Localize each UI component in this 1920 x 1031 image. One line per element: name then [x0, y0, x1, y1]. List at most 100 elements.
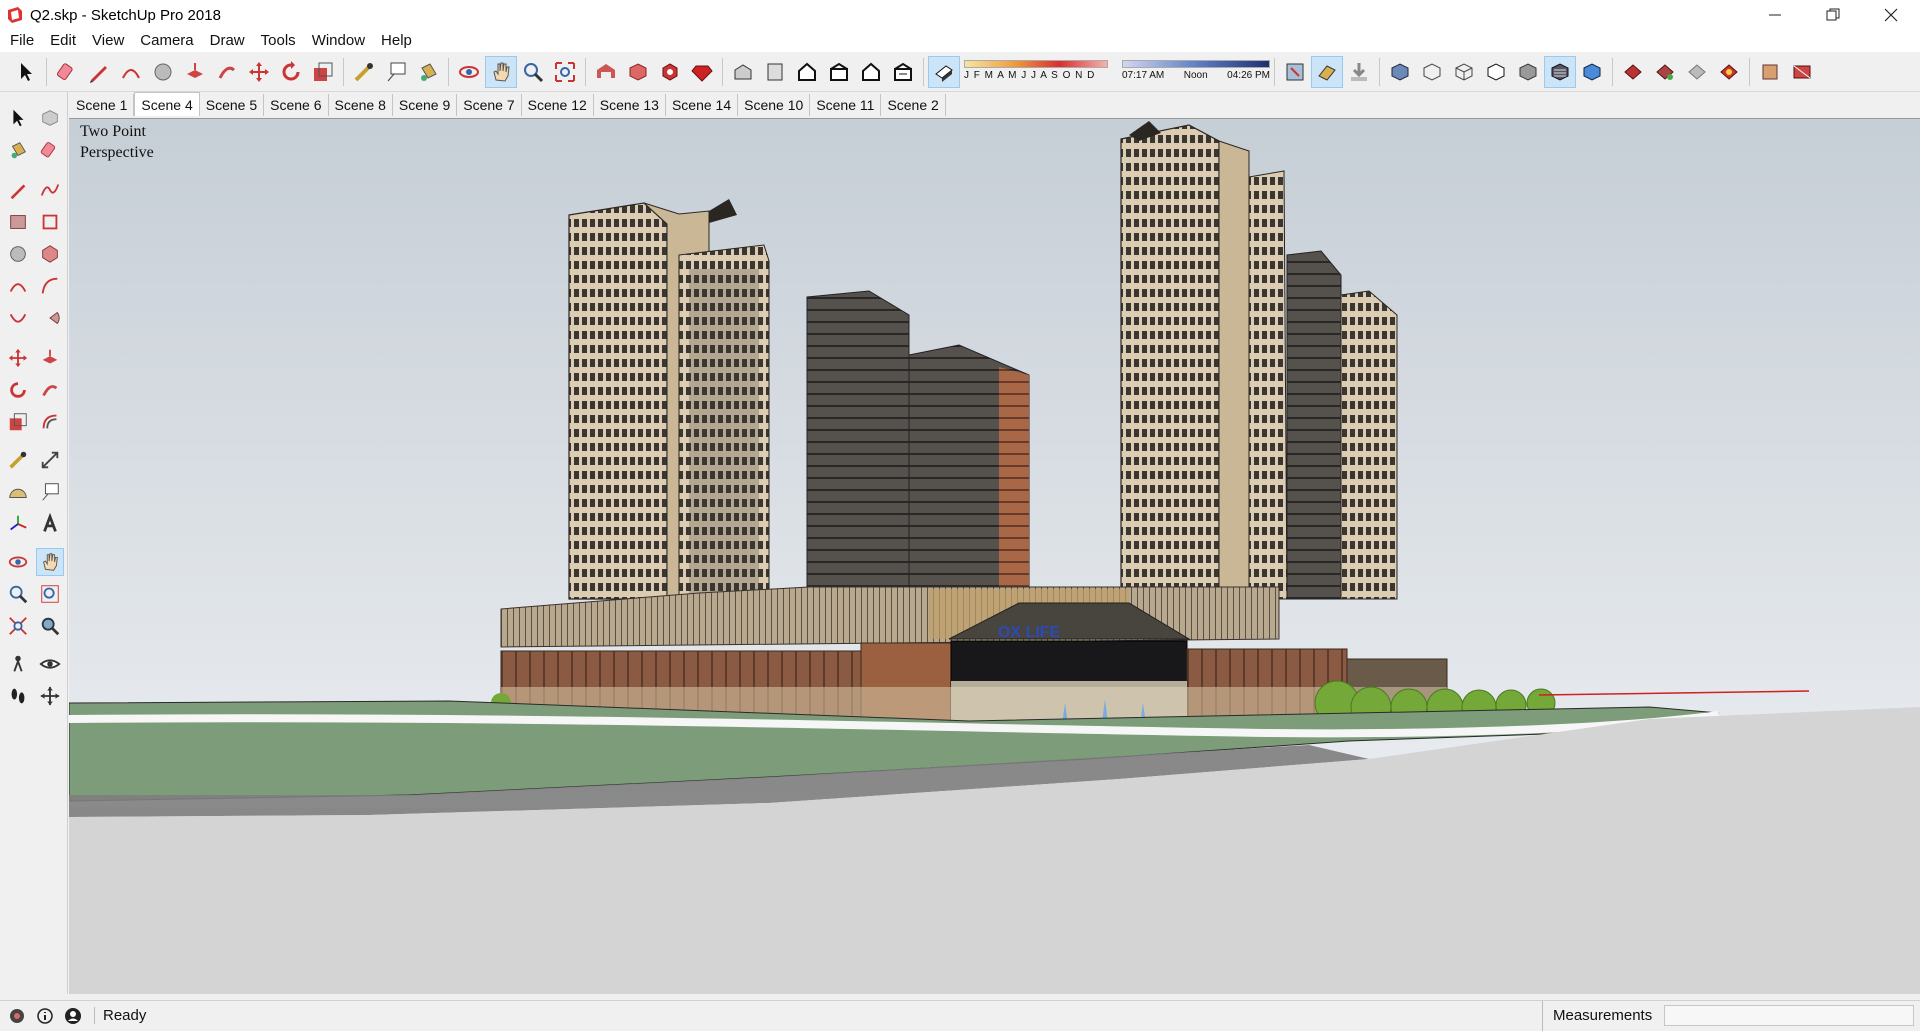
components-button[interactable]: [622, 56, 654, 88]
time-slider-track[interactable]: [1122, 59, 1270, 68]
eraser-tool-button[interactable]: [51, 56, 83, 88]
menu-help[interactable]: Help: [373, 30, 420, 52]
palette-freehand-button[interactable]: [36, 176, 64, 204]
zoom-button[interactable]: [517, 56, 549, 88]
tab-scene-2[interactable]: Scene 2: [881, 94, 946, 116]
text-tool-button[interactable]: [380, 56, 412, 88]
tab-scene-5[interactable]: Scene 5: [199, 94, 265, 116]
palette-pie-button[interactable]: [36, 304, 64, 332]
section-plane-button[interactable]: [1279, 56, 1311, 88]
tab-scene-14[interactable]: Scene 14: [665, 94, 739, 116]
palette-axes-button[interactable]: [4, 510, 32, 538]
shaded-textures-button[interactable]: [1544, 55, 1576, 88]
shadow-time-slider[interactable]: 07:17 AM Noon 04:26 PM: [1122, 56, 1270, 88]
palette-text-button[interactable]: [36, 478, 64, 506]
palette-pan-button[interactable]: [36, 548, 64, 576]
measurements-input[interactable]: [1664, 1005, 1914, 1026]
scale-tool-button[interactable]: [307, 56, 339, 88]
view-front-button[interactable]: [791, 56, 823, 88]
follow-me-button[interactable]: [211, 56, 243, 88]
palette-rotate-button[interactable]: [4, 376, 32, 404]
menu-camera[interactable]: Camera: [132, 30, 201, 52]
extension-warehouse-button[interactable]: [654, 56, 686, 88]
palette-arc-button[interactable]: [4, 272, 32, 300]
tab-scene-8[interactable]: Scene 8: [328, 94, 393, 116]
sign-in-button[interactable]: [62, 1005, 84, 1027]
palette-make-component-button[interactable]: [36, 104, 64, 132]
model-viewport[interactable]: OX LIFE Two Point Perspective: [69, 118, 1920, 994]
close-button[interactable]: [1862, 0, 1920, 30]
select-tool-button[interactable]: [10, 56, 42, 88]
line-tool-button[interactable]: [83, 56, 115, 88]
warehouse-button[interactable]: [590, 56, 622, 88]
palette-push-pull-button[interactable]: [36, 344, 64, 372]
palette-position-camera-button[interactable]: [4, 650, 32, 678]
tab-scene-9[interactable]: Scene 9: [392, 94, 458, 116]
palette-zoom-button[interactable]: [4, 580, 32, 608]
palette-look-around-button[interactable]: [36, 650, 64, 678]
view-top-button[interactable]: [759, 56, 791, 88]
tab-scene-4[interactable]: Scene 4: [134, 92, 200, 116]
palette-protractor-button[interactable]: [4, 478, 32, 506]
menu-view[interactable]: View: [84, 30, 132, 52]
orbit-button[interactable]: [453, 56, 485, 88]
palette-3d-text-button[interactable]: [36, 510, 64, 538]
plugin-3-button[interactable]: [1681, 56, 1713, 88]
palette-move-button[interactable]: [4, 344, 32, 372]
tab-scene-6[interactable]: Scene 6: [264, 94, 329, 116]
palette-2pt-arc-button[interactable]: [36, 272, 64, 300]
date-slider-track[interactable]: [964, 59, 1108, 68]
tab-scene-12[interactable]: Scene 12: [521, 94, 594, 116]
palette-orbit-button[interactable]: [4, 548, 32, 576]
view-left-button[interactable]: [887, 56, 919, 88]
xray-button[interactable]: [1384, 56, 1416, 88]
palette-dimension-button[interactable]: [36, 446, 64, 474]
credits-button[interactable]: [34, 1005, 56, 1027]
palette-circle-button[interactable]: [4, 240, 32, 268]
palette-paint-bucket-button[interactable]: [4, 136, 32, 164]
minimize-button[interactable]: [1746, 0, 1804, 30]
palette-3pt-arc-button[interactable]: [4, 304, 32, 332]
pan-button[interactable]: [485, 55, 517, 88]
palette-line-button[interactable]: [4, 176, 32, 204]
back-edges-button[interactable]: [1416, 56, 1448, 88]
plugin-4-button[interactable]: [1713, 56, 1745, 88]
palette-zoom-window-button[interactable]: [36, 580, 64, 608]
palette-polygon-button[interactable]: [36, 240, 64, 268]
make-component-button[interactable]: [1617, 56, 1649, 88]
menu-tools[interactable]: Tools: [253, 30, 304, 52]
palette-scale-button[interactable]: [4, 408, 32, 436]
palette-offset-button[interactable]: [36, 408, 64, 436]
menu-edit[interactable]: Edit: [42, 30, 84, 52]
view-right-button[interactable]: [823, 56, 855, 88]
palette-follow-me-button[interactable]: [36, 376, 64, 404]
display-section-cuts-button[interactable]: [1343, 56, 1375, 88]
palette-rotated-rectangle-button[interactable]: [36, 208, 64, 236]
tab-scene-13[interactable]: Scene 13: [593, 94, 666, 116]
palette-previous-view-button[interactable]: [36, 612, 64, 640]
plugin-5-button[interactable]: [1754, 56, 1786, 88]
geo-location-button[interactable]: [6, 1005, 28, 1027]
tab-scene-1[interactable]: Scene 1: [70, 94, 135, 116]
plugin-2-button[interactable]: [1649, 56, 1681, 88]
shadow-date-slider[interactable]: J F M A M J J A S O N D: [964, 56, 1108, 88]
menu-file[interactable]: File: [2, 30, 42, 52]
view-iso-button[interactable]: [727, 56, 759, 88]
tape-measure-button[interactable]: [348, 56, 380, 88]
palette-eraser-button[interactable]: [36, 136, 64, 164]
shadows-toggle-button[interactable]: [928, 55, 960, 88]
arc-tool-button[interactable]: [115, 56, 147, 88]
zoom-extents-button[interactable]: [549, 56, 581, 88]
menu-draw[interactable]: Draw: [202, 30, 253, 52]
tab-scene-7[interactable]: Scene 7: [457, 94, 522, 116]
palette-tape-measure-button[interactable]: [4, 446, 32, 474]
wireframe-button[interactable]: [1448, 56, 1480, 88]
palette-zoom-extents-button[interactable]: [4, 612, 32, 640]
paint-bucket-button[interactable]: [412, 56, 444, 88]
tab-scene-10[interactable]: Scene 10: [738, 94, 811, 116]
hidden-line-button[interactable]: [1480, 56, 1512, 88]
palette-walk-button[interactable]: [4, 682, 32, 710]
extension-manager-button[interactable]: [686, 56, 718, 88]
monochrome-button[interactable]: [1576, 56, 1608, 88]
shaded-button[interactable]: [1512, 56, 1544, 88]
